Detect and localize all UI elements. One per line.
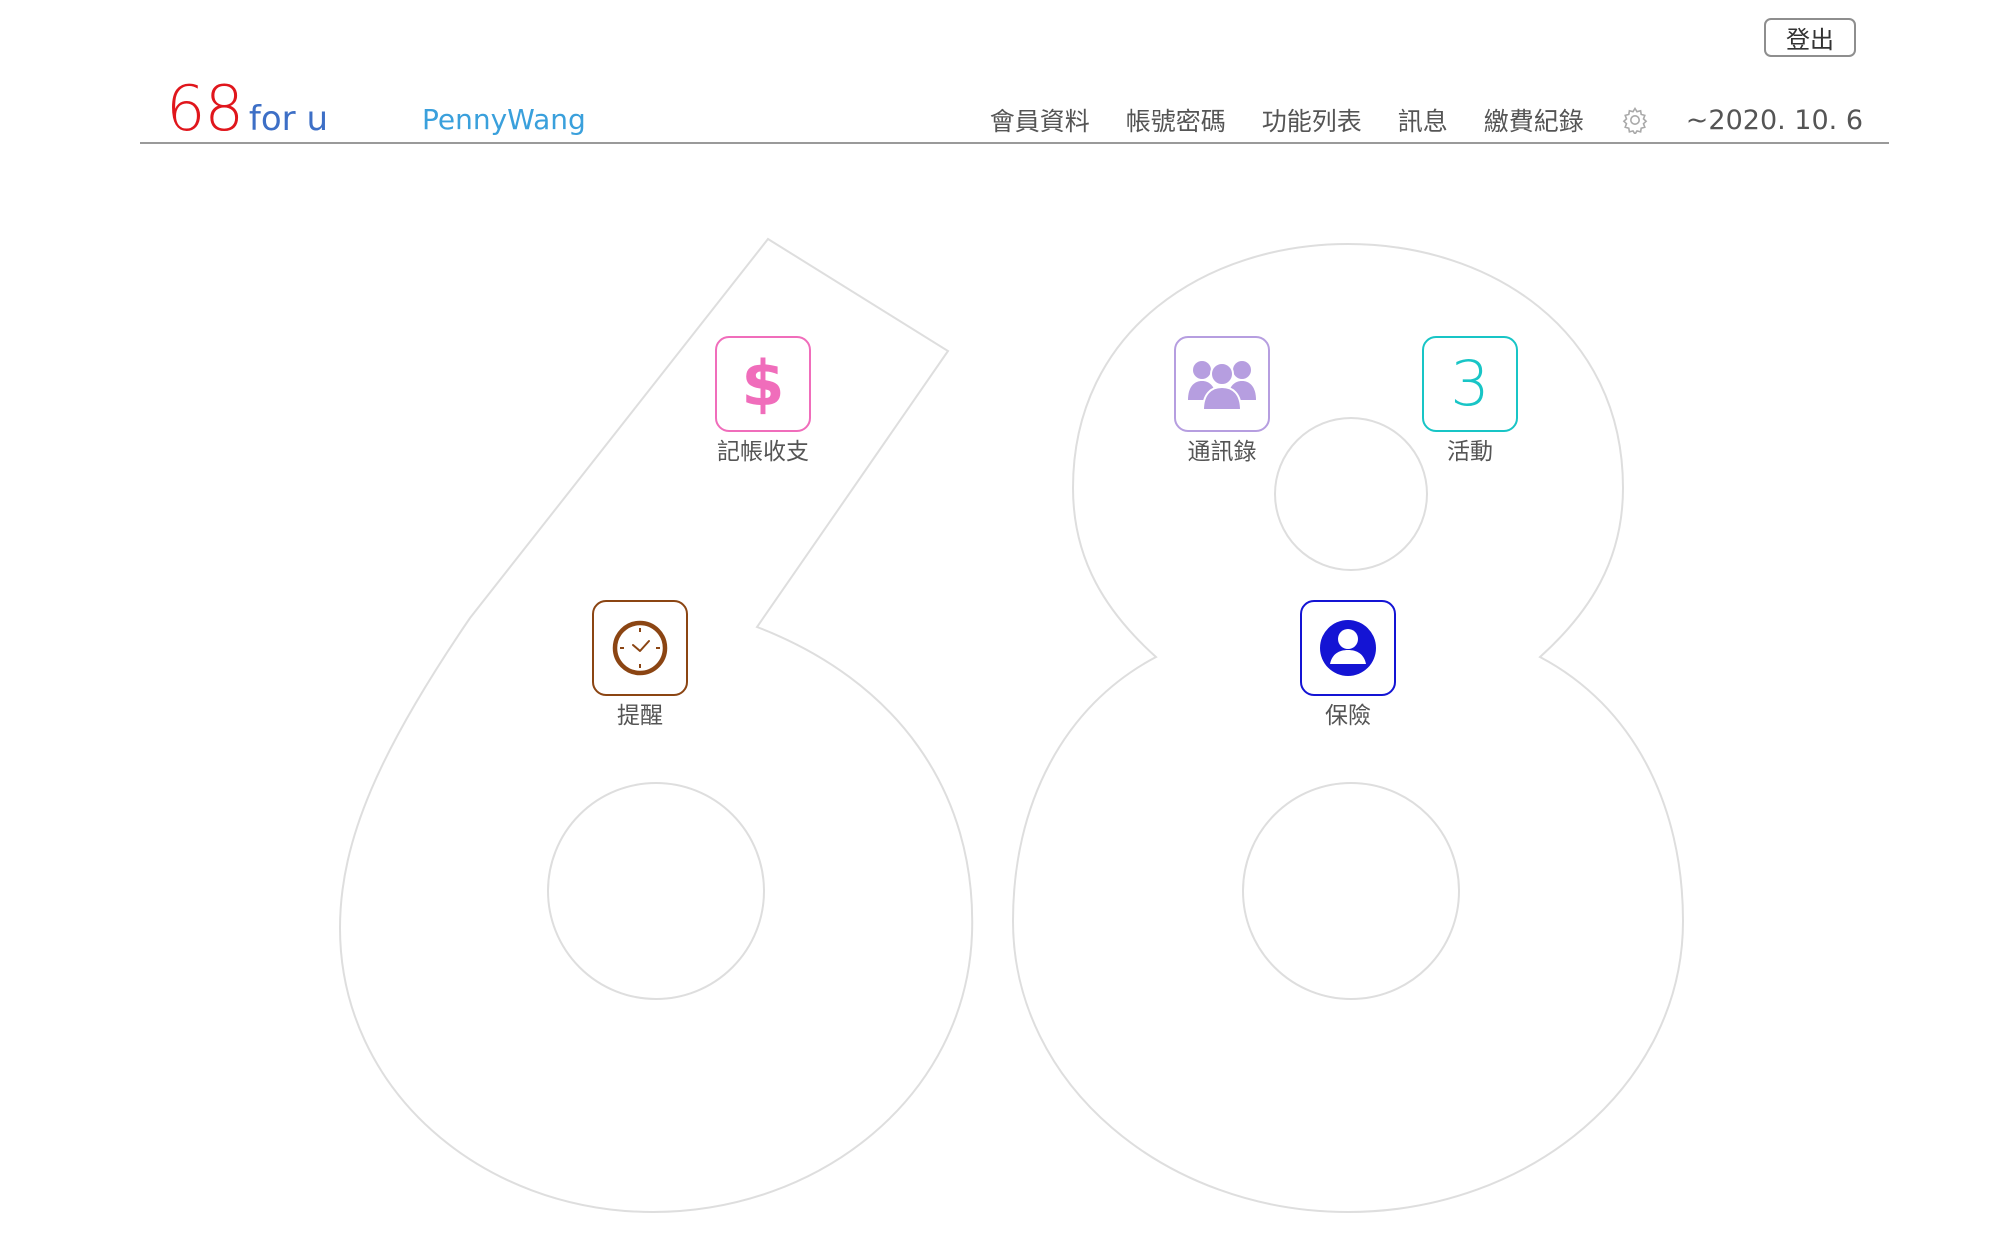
tile-contacts[interactable]: 通訊錄	[1152, 336, 1292, 467]
nav-payment-records[interactable]: 繳費紀錄	[1484, 102, 1584, 138]
tile-label: 活動	[1447, 439, 1493, 465]
eight-lower-hole	[1242, 782, 1460, 1000]
expiry-date: ~2020. 10. 6	[1685, 104, 1863, 136]
nav-member-profile[interactable]: 會員資料	[990, 102, 1090, 138]
logo[interactable]: 68 for u	[166, 78, 328, 140]
tile-insurance[interactable]: 保險	[1278, 600, 1418, 731]
dollar-icon: $	[741, 349, 784, 419]
nav-account-password[interactable]: 帳號密碼	[1126, 102, 1226, 138]
tile-label: 通訊錄	[1187, 439, 1257, 465]
contacts-tile-box	[1174, 336, 1270, 432]
tile-label: 保險	[1325, 703, 1371, 729]
logo-number: 68	[166, 72, 244, 145]
svg-text:$: $	[741, 349, 784, 419]
insurance-tile-box	[1300, 600, 1396, 696]
clock-icon	[612, 620, 668, 676]
bookkeeping-tile-box: $	[715, 336, 811, 432]
logo-suffix: for u	[248, 99, 329, 139]
activity-tile-box: 3	[1422, 336, 1518, 432]
person-icon	[1320, 620, 1376, 676]
top-nav: 會員資料 帳號密碼 功能列表 訊息 繳費紀錄 ~2020. 10. 6	[990, 101, 1863, 139]
nav-messages[interactable]: 訊息	[1398, 102, 1448, 138]
six-hole	[547, 782, 765, 1000]
nav-function-list[interactable]: 功能列表	[1262, 102, 1362, 138]
tile-bookkeeping[interactable]: $ 記帳收支	[693, 336, 833, 467]
header-divider	[140, 142, 1889, 144]
username: PennyWang	[422, 103, 586, 136]
tile-activity[interactable]: 3 活動	[1400, 336, 1540, 467]
activity-count: 3	[1450, 347, 1490, 420]
contacts-group-icon	[1188, 361, 1256, 411]
background-68-outline	[338, 237, 1685, 1214]
tile-label: 提醒	[617, 703, 663, 729]
gear-icon[interactable]	[1620, 105, 1650, 135]
tile-label: 記帳收支	[717, 439, 809, 465]
reminder-tile-box	[592, 600, 688, 696]
tile-reminder[interactable]: 提醒	[570, 600, 710, 731]
page: 登出 68 for u PennyWang 會員資料 帳號密碼 功能列表 訊息 …	[0, 0, 2009, 1254]
logout-button[interactable]: 登出	[1764, 18, 1856, 57]
